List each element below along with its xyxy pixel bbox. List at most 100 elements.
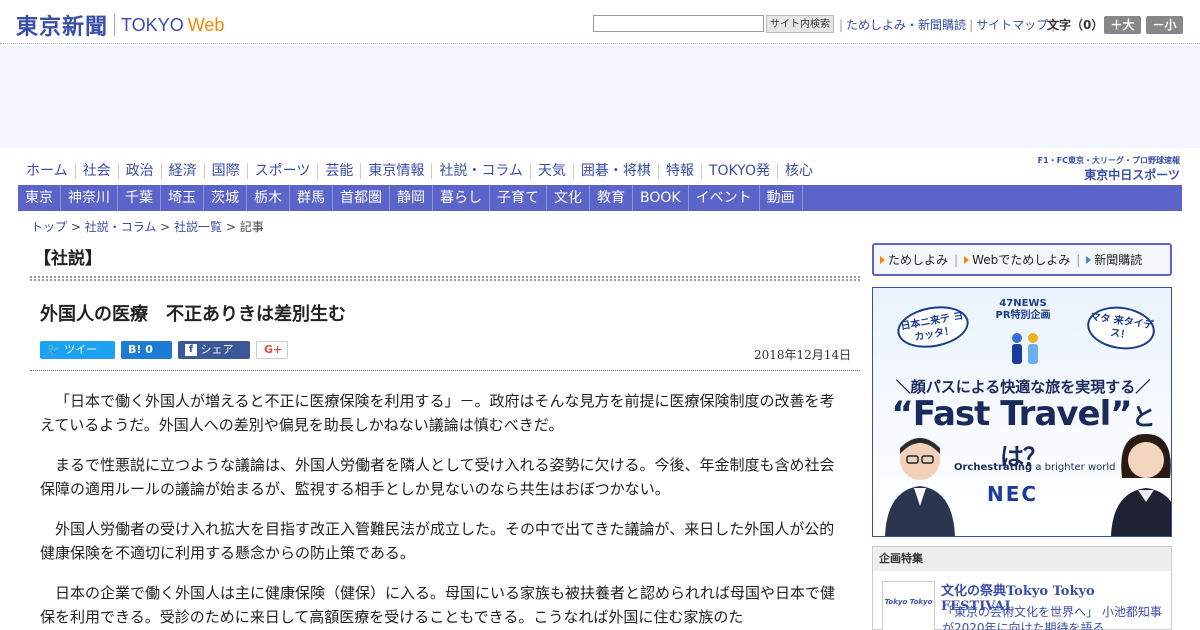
logo-japanese: 東京新聞 [16,14,109,40]
arrow-icon [964,255,970,264]
font-size-label: 文字（0） [1047,18,1104,32]
special-feature-heading: 企画特集 [873,547,1171,571]
article-paragraph: まるで性悪説に立つような議論は、外国人労働者を隣人として受け入れる姿勢に欠ける。… [40,456,835,498]
breadcrumb-editorial[interactable]: 社説・コラム [85,220,157,234]
section-title: 【社説】 [34,249,102,269]
nav-item-tokyo-hatsu[interactable]: TOKYO発 [702,163,778,179]
ad-tagline: Orchestrating a brighter world [954,462,1115,473]
nav-item-international[interactable]: 国際 [205,163,248,179]
article-paragraph: 「日本で働く外国人が増えると不正に医療保険を利用する」－。政府はそんな見方を前提… [40,392,835,434]
nav-item-tokyo-info[interactable]: 東京情報 [361,163,433,179]
hatena-bookmark-button[interactable]: B! 0 [121,341,172,359]
link-divider: | [954,252,959,267]
trial-reading-link[interactable]: ためしよみ [880,251,948,268]
article-paragraph: 日本の企業で働く外国人は主に健康保険（健保）に入る。母国にいる家族も被扶養者と認… [40,584,836,626]
top-ad-area [0,45,1200,148]
primary-nav: ホーム 社会 政治 経済 国際 スポーツ 芸能 東京情報 社説・コラム 天気 囲… [20,160,820,182]
section-divider [30,276,860,281]
breadcrumb: トップ > 社説・コラム > 社説一覧 > 記事 [31,218,264,235]
site-search-button[interactable]: サイト内検索 [766,15,834,33]
site-logo[interactable]: 東京新聞 TOKYO Web [16,9,224,41]
nav-item-economy[interactable]: 経済 [162,163,205,179]
ad-news-label: 47NEWS [999,298,1047,309]
nav-item-weather[interactable]: 天気 [531,163,574,179]
google-plus-button[interactable]: G+ [256,341,288,359]
article-paragraph: 外国人労働者の受け入れ拡大を目指す改正入管難民法が成立した。その中で出てきた議論… [40,520,835,562]
trial-reading-label: ためしよみ [888,253,949,267]
tweet-button[interactable]: 🐦 ツイート [40,341,115,374]
search-input[interactable] [593,15,764,32]
special-feature-text[interactable]: 「東京の芸術文化を世界へ」 小池都知事が2020年に向けた期待を語る [942,604,1164,630]
logo-web: Web [187,14,225,35]
nav2-item-chiba[interactable]: 千葉 [118,185,161,211]
article-body: 「日本で働く外国人が増えると不正に医療保険を利用する」－。政府はそんな見方を前提… [40,389,842,630]
nav2-item-culture[interactable]: 文化 [547,185,590,211]
nav2-item-gunma[interactable]: 群馬 [290,185,333,211]
twitter-bird-icon: 🐦 [47,343,61,356]
font-smaller-button[interactable]: －小 [1146,16,1183,34]
social-share-bar: 🐦 ツイート B! 0 f シェア 0 G+ [40,341,294,374]
nav2-item-education[interactable]: 教育 [590,185,633,211]
subscribe-box: ためしよみ | Webでためしよみ | 新聞購読 [872,243,1172,276]
sitemap-link[interactable]: サイトマップ [976,16,1048,33]
arrow-icon [880,255,885,264]
nav2-item-shizuoka[interactable]: 静岡 [390,185,433,211]
site-header: 東京新聞 TOKYO Web サイト内検索 | ためしよみ・新聞購読 | サイト… [0,0,1200,44]
nav2-item-tochigi[interactable]: 栃木 [247,185,290,211]
header-links: | ためしよみ・新聞購読 | サイトマップ | [836,16,1058,33]
logo-english: TOKYO [121,14,184,35]
nec-advertisement[interactable]: 日本ニ来テ ヨカッタ！ マタ 来タイデス！ 47NEWS PR特別企画 ＼顔パス… [872,287,1172,537]
breadcrumb-separator: > [67,220,85,234]
breadcrumb-editorial-list[interactable]: 社説一覧 [174,220,222,234]
secondary-nav: 東京 神奈川 千葉 埼玉 茨城 栃木 群馬 首都圏 静岡 暮らし 子育て 文化 … [18,185,1182,211]
trial-subscribe-link[interactable]: ためしよみ・新聞購読 [846,16,966,33]
facebook-share-button[interactable]: f シェア 0 [178,341,250,374]
nav-item-go-shogi[interactable]: 囲碁・将棋 [574,163,659,179]
link-divider: | [839,17,844,32]
ad-tagline-rest: a brighter world [1032,462,1116,473]
ad-header: 47NEWS PR特別企画 [873,298,1171,322]
date-divider [30,370,860,371]
tokyo-festival-thumbnail[interactable]: Tokyo Tokyo [882,581,935,630]
nav2-item-saitama[interactable]: 埼玉 [161,185,204,211]
breadcrumb-current: 記事 [239,220,264,234]
nav-item-core[interactable]: 核心 [778,163,820,179]
nav-item-politics[interactable]: 政治 [119,163,162,179]
nav-item-sports[interactable]: スポーツ [248,163,319,179]
special-feature-box: 企画特集 Tokyo Tokyo 文化の祭典Tokyo Tokyo FESTIV… [872,546,1172,630]
nav-item-special-report[interactable]: 特報 [659,163,702,179]
ad-pr-label: PR特別企画 [995,310,1051,321]
logo-divider [114,14,116,36]
ad-tagline-bold: Orchestrating [954,462,1033,473]
breadcrumb-separator: > [222,220,240,234]
article-date: 2018年12月14日 [754,348,852,362]
subscribe-label: 新聞購読 [1094,253,1143,267]
web-trial-label: Webでためしよみ [972,253,1071,267]
woman-figure-icon [1111,434,1171,536]
nav2-item-event[interactable]: イベント [689,185,760,211]
web-trial-link[interactable]: Webでためしよみ [964,251,1070,268]
nav-item-entertainment[interactable]: 芸能 [318,163,362,179]
sports-logo-text: 東京中日スポーツ [1084,168,1180,182]
nec-logo: NEC [987,482,1039,506]
nav2-item-shutoken[interactable]: 首都圏 [333,185,390,211]
nav2-item-tokyo[interactable]: 東京 [18,185,61,211]
nav-item-society[interactable]: 社会 [76,163,119,179]
link-divider: | [969,17,974,32]
chunichi-sports-link[interactable]: F1・FC東京・大リーグ・プロ野球速報 東京中日スポーツ [1026,155,1180,182]
nav2-item-book[interactable]: BOOK [633,185,689,211]
man-figure-icon [885,438,955,536]
breadcrumb-top[interactable]: トップ [31,220,67,234]
nav2-item-kanagawa[interactable]: 神奈川 [61,185,118,211]
subscribe-link[interactable]: 新聞購読 [1086,251,1142,268]
arrow-icon [1086,255,1092,264]
breadcrumb-separator: > [156,220,175,234]
nav2-item-ibaraki[interactable]: 茨城 [204,185,247,211]
sports-tagline: F1・FC東京・大リーグ・プロ野球速報 [1037,156,1180,165]
font-bigger-button[interactable]: ＋大 [1104,16,1141,34]
nav2-item-video[interactable]: 動画 [760,185,803,211]
nav-item-editorial[interactable]: 社説・コラム [432,163,531,179]
nav2-item-parenting[interactable]: 子育て [490,185,547,211]
nav2-item-living[interactable]: 暮らし [433,185,490,211]
nav-item-home[interactable]: ホーム [20,163,76,179]
